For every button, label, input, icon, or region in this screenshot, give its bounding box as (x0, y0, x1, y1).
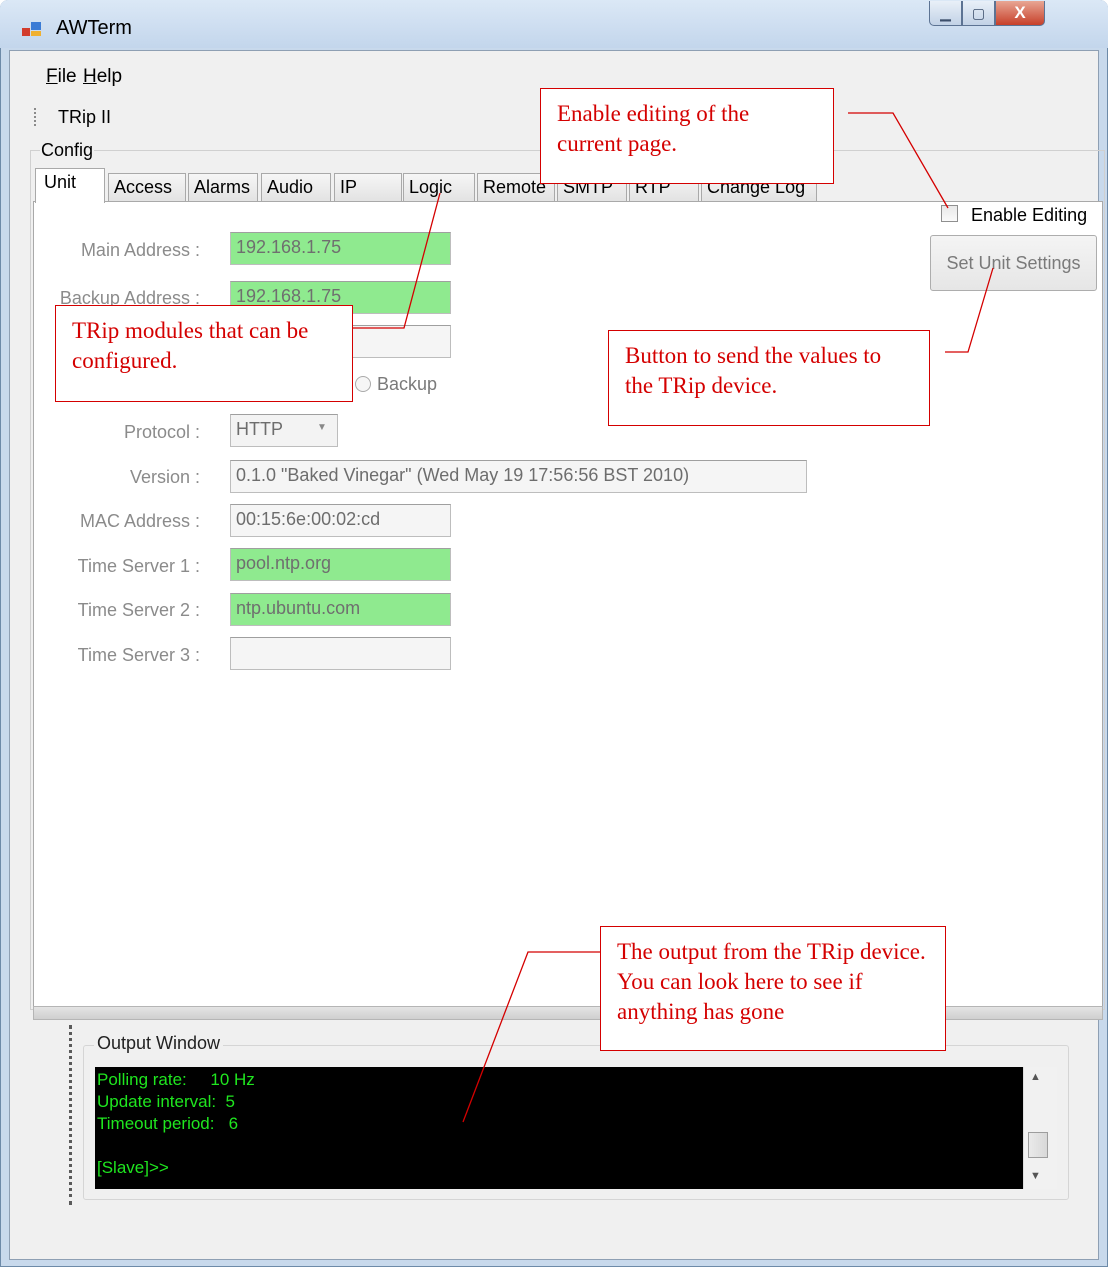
protocol-select[interactable]: HTTP ▼ (230, 414, 338, 447)
maximize-button[interactable]: ▢ (962, 1, 995, 26)
menu-help[interactable]: Help (83, 66, 122, 88)
annotation-trip-modules: TRip modules that can be configured. (55, 305, 353, 402)
version-label: Version : (129, 467, 200, 487)
tab-alarms[interactable]: Alarms (188, 173, 258, 202)
set-unit-settings-button[interactable]: Set Unit Settings (930, 235, 1097, 291)
version-field: 0.1.0 "Baked Vinegar" (Wed May 19 17:56:… (230, 460, 807, 493)
backup-radio-label: Backup (377, 374, 438, 394)
mac-address-field: 00:15:6e:00:02:cd (230, 504, 451, 537)
annotation-send-button: Button to send the values to the TRip de… (608, 330, 930, 426)
menu-file-rest: ile (57, 66, 77, 87)
app-icon (22, 22, 41, 36)
enable-editing-label[interactable]: Enable Editing (971, 205, 1087, 226)
toolbar-trip-label[interactable]: TRip II (58, 107, 111, 128)
protocol-label: Protocol : (123, 422, 200, 442)
config-group-label: Config (40, 140, 95, 161)
scroll-up-icon[interactable]: ▲ (1030, 1071, 1041, 1083)
menu-help-accel: H (83, 66, 97, 87)
time-server-2-label: Time Server 2 : (77, 600, 200, 620)
output-window-label: Output Window (94, 1033, 224, 1054)
annotation-output: The output from the TRip device. You can… (600, 926, 946, 1051)
toolbar-grip-icon[interactable] (34, 108, 37, 126)
mac-address-label: MAC Address : (79, 511, 200, 531)
annotation-enable-editing: Enable editing of the current page. (540, 88, 834, 184)
console-line: Update interval: 5 (97, 1092, 235, 1111)
time-server-1-label: Time Server 1 : (77, 556, 200, 576)
tab-ip[interactable]: IP (334, 173, 402, 202)
console-line: Timeout period: 6 (97, 1114, 239, 1133)
chevron-down-icon: ▼ (317, 422, 327, 433)
scroll-thumb[interactable] (1028, 1132, 1048, 1158)
time-server-3-label: Time Server 3 : (77, 645, 200, 665)
console-line: Polling rate: 10 Hz (97, 1070, 255, 1089)
output-console[interactable]: Polling rate: 10 Hz Update interval: 5 Tim… (95, 1067, 1023, 1189)
tab-logic[interactable]: Logic (403, 173, 475, 202)
tab-audio[interactable]: Audio (261, 173, 331, 202)
main-address-label: Main Address : (80, 240, 200, 260)
title-bar[interactable]: AWTerm ▁ ▢ X (0, 0, 1108, 48)
time-server-3-input[interactable] (230, 637, 451, 670)
enable-editing-checkbox[interactable] (941, 205, 958, 222)
time-server-1-input[interactable]: pool.ntp.org (230, 548, 451, 581)
panel-grip-icon[interactable] (69, 1025, 72, 1205)
time-server-2-input[interactable]: ntp.ubuntu.com (230, 593, 451, 626)
close-button[interactable]: X (995, 1, 1045, 26)
backup-radio[interactable] (355, 376, 371, 392)
main-address-input[interactable]: 192.168.1.75 (230, 232, 451, 265)
menu-help-rest: elp (96, 66, 123, 87)
window-title: AWTerm (56, 17, 132, 39)
console-line: [Slave]>> (97, 1158, 169, 1177)
tab-access[interactable]: Access (108, 173, 186, 202)
scroll-down-icon[interactable]: ▼ (1030, 1170, 1041, 1182)
menu-file[interactable]: File (46, 66, 77, 88)
tab-unit[interactable]: Unit (35, 168, 105, 203)
minimize-button[interactable]: ▁ (929, 1, 962, 26)
protocol-value: HTTP (236, 419, 283, 439)
menu-file-accel: F (46, 66, 58, 87)
